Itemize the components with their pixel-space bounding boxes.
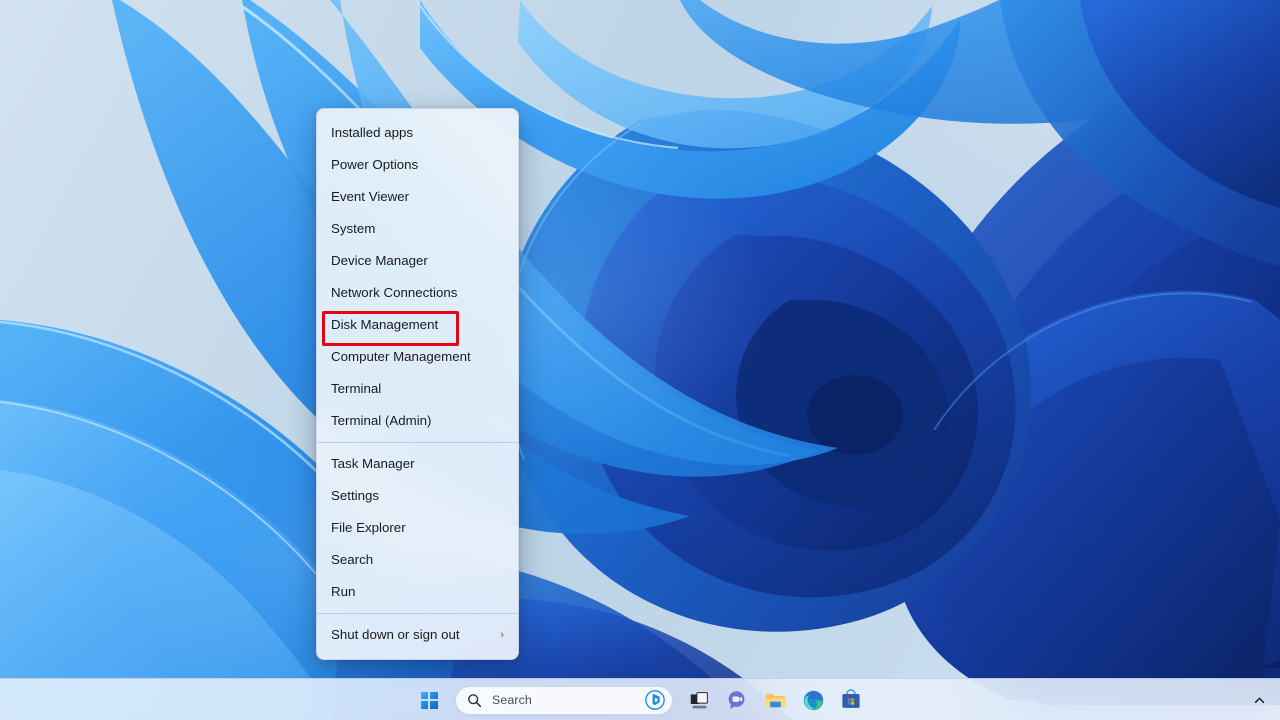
menu-item-label: Settings bbox=[331, 489, 508, 502]
menu-item-desktop[interactable]: Desktop bbox=[317, 651, 518, 660]
menu-item-installed-apps[interactable]: Installed apps bbox=[317, 117, 518, 149]
menu-item-file-explorer[interactable]: File Explorer bbox=[317, 512, 518, 544]
menu-item-label: Search bbox=[331, 553, 508, 566]
folder-icon bbox=[764, 689, 787, 712]
menu-item-label: File Explorer bbox=[331, 521, 508, 534]
menu-item-run[interactable]: Run bbox=[317, 576, 518, 608]
menu-item-power-options[interactable]: Power Options bbox=[317, 149, 518, 181]
menu-item-label: Terminal bbox=[331, 382, 508, 395]
store-icon bbox=[840, 689, 862, 711]
menu-item-label: Run bbox=[331, 585, 508, 598]
search-placeholder: Search bbox=[482, 693, 644, 707]
menu-item-label: Shut down or sign out bbox=[331, 628, 500, 641]
microsoft-store-button[interactable] bbox=[832, 681, 870, 719]
menu-item-label: System bbox=[331, 222, 508, 235]
menu-item-label: Event Viewer bbox=[331, 190, 508, 203]
bing-chat-icon[interactable] bbox=[644, 689, 668, 711]
menu-item-label: Installed apps bbox=[331, 126, 508, 139]
menu-item-label: Disk Management bbox=[331, 318, 508, 331]
menu-item-terminal-admin[interactable]: Terminal (Admin) bbox=[317, 405, 518, 437]
menu-item-settings[interactable]: Settings bbox=[317, 480, 518, 512]
menu-item-computer-management[interactable]: Computer Management bbox=[317, 341, 518, 373]
file-explorer-button[interactable] bbox=[756, 681, 794, 719]
winx-quick-link-menu[interactable]: Installed apps Power Options Event Viewe… bbox=[316, 108, 519, 660]
menu-item-network-connections[interactable]: Network Connections bbox=[317, 277, 518, 309]
menu-item-task-manager[interactable]: Task Manager bbox=[317, 448, 518, 480]
menu-item-device-manager[interactable]: Device Manager bbox=[317, 245, 518, 277]
menu-item-label: Network Connections bbox=[331, 286, 508, 299]
chevron-up-icon bbox=[1253, 694, 1266, 707]
taskbar-center-group: Search bbox=[410, 679, 870, 720]
search-input[interactable]: Search bbox=[455, 686, 673, 715]
task-view-icon bbox=[689, 690, 710, 711]
menu-separator bbox=[317, 613, 518, 614]
menu-separator bbox=[317, 442, 518, 443]
edge-button[interactable] bbox=[794, 681, 832, 719]
system-tray bbox=[1244, 679, 1274, 720]
chat-icon bbox=[726, 689, 748, 711]
chat-button[interactable] bbox=[718, 681, 756, 719]
search-icon bbox=[467, 693, 482, 708]
menu-item-terminal[interactable]: Terminal bbox=[317, 373, 518, 405]
start-button[interactable] bbox=[410, 681, 448, 719]
menu-item-system[interactable]: System bbox=[317, 213, 518, 245]
task-view-button[interactable] bbox=[680, 681, 718, 719]
menu-item-label: Terminal (Admin) bbox=[331, 414, 508, 427]
desktop-wallpaper bbox=[0, 0, 1280, 720]
menu-item-label: Power Options bbox=[331, 158, 508, 171]
menu-item-label: Task Manager bbox=[331, 457, 508, 470]
taskbar: Search bbox=[0, 678, 1280, 720]
menu-item-shut-down-or-sign-out[interactable]: Shut down or sign out › bbox=[317, 619, 518, 651]
menu-item-disk-management[interactable]: Disk Management bbox=[317, 309, 518, 341]
menu-item-label: Computer Management bbox=[331, 350, 508, 363]
show-hidden-icons-button[interactable] bbox=[1244, 685, 1274, 715]
menu-item-label: Device Manager bbox=[331, 254, 508, 267]
edge-icon bbox=[802, 689, 825, 712]
chevron-right-icon: › bbox=[501, 630, 508, 641]
menu-item-event-viewer[interactable]: Event Viewer bbox=[317, 181, 518, 213]
windows-logo-icon bbox=[421, 692, 438, 709]
menu-item-search[interactable]: Search bbox=[317, 544, 518, 576]
